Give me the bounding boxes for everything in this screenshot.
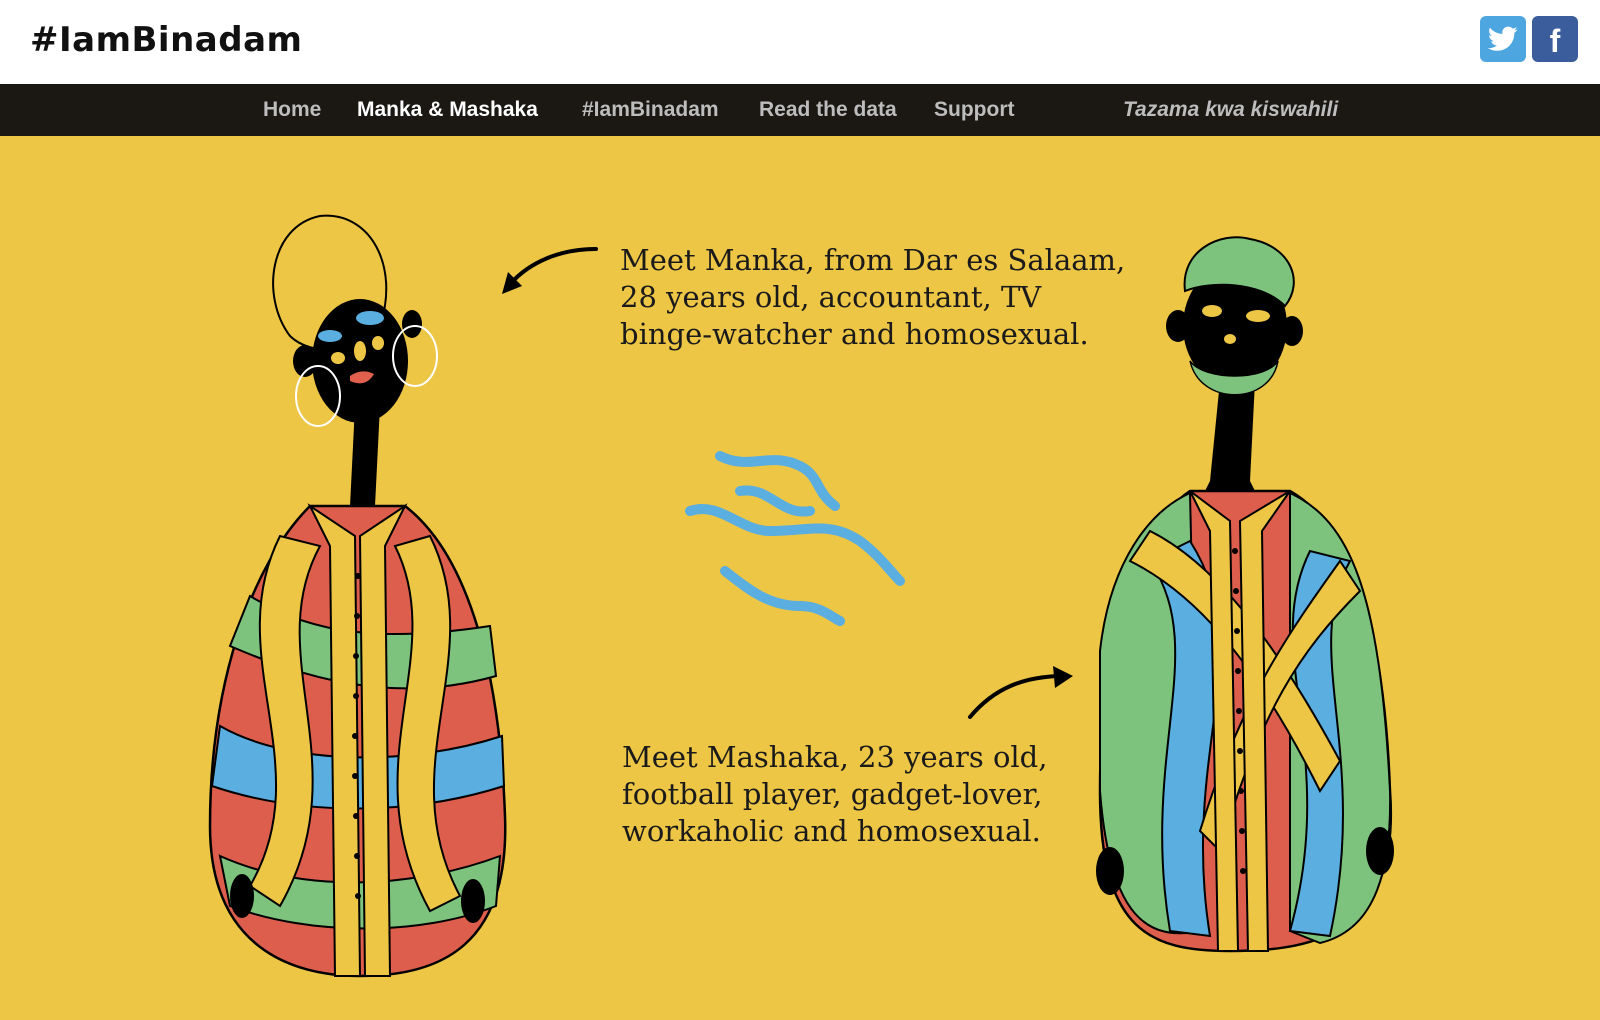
- nav-item-support[interactable]: Support: [934, 98, 1014, 122]
- caption-line: 28 years old, accountant, TV: [620, 280, 1042, 314]
- twitter-icon: [1488, 26, 1518, 51]
- mashaka-illustration: [1096, 236, 1394, 953]
- nav-item-home[interactable]: Home: [263, 98, 321, 122]
- site-logo[interactable]: #IamBinadam: [30, 20, 302, 60]
- wave-decoration: [685, 451, 905, 626]
- caption-line: Meet Manka, from Dar es Salaam,: [620, 243, 1126, 277]
- nav-item-manka-mashaka[interactable]: Manka & Mashaka: [357, 98, 538, 122]
- caption-line: Meet Mashaka, 23 years old,: [622, 740, 1048, 774]
- facebook-share-button[interactable]: f: [1532, 16, 1578, 62]
- mashaka-caption: Meet Mashaka, 23 years old, football pla…: [622, 739, 1047, 850]
- manka-illustration: [208, 214, 507, 978]
- caption-line: binge-watcher and homosexual.: [620, 317, 1089, 351]
- caption-line: football player, gadget-lover,: [622, 777, 1043, 811]
- facebook-icon: f: [1549, 23, 1561, 59]
- nav-item-iambinadam[interactable]: #IamBinadam: [582, 98, 719, 122]
- arrow-to-manka: [502, 247, 598, 294]
- manka-caption: Meet Manka, from Dar es Salaam, 28 years…: [620, 242, 1125, 353]
- main-nav: Home Manka & Mashaka #IamBinadam Read th…: [0, 84, 1600, 136]
- caption-line: workaholic and homosexual.: [622, 814, 1041, 848]
- twitter-share-button[interactable]: [1480, 16, 1526, 62]
- hero-section: Meet Manka, from Dar es Salaam, 28 years…: [0, 136, 1600, 1020]
- nav-item-read-the-data[interactable]: Read the data: [759, 98, 897, 122]
- site-header: #IamBinadam f: [0, 0, 1600, 84]
- language-switch-link[interactable]: Tazama kwa kiswahili: [1123, 98, 1338, 122]
- arrow-to-mashaka: [968, 666, 1073, 719]
